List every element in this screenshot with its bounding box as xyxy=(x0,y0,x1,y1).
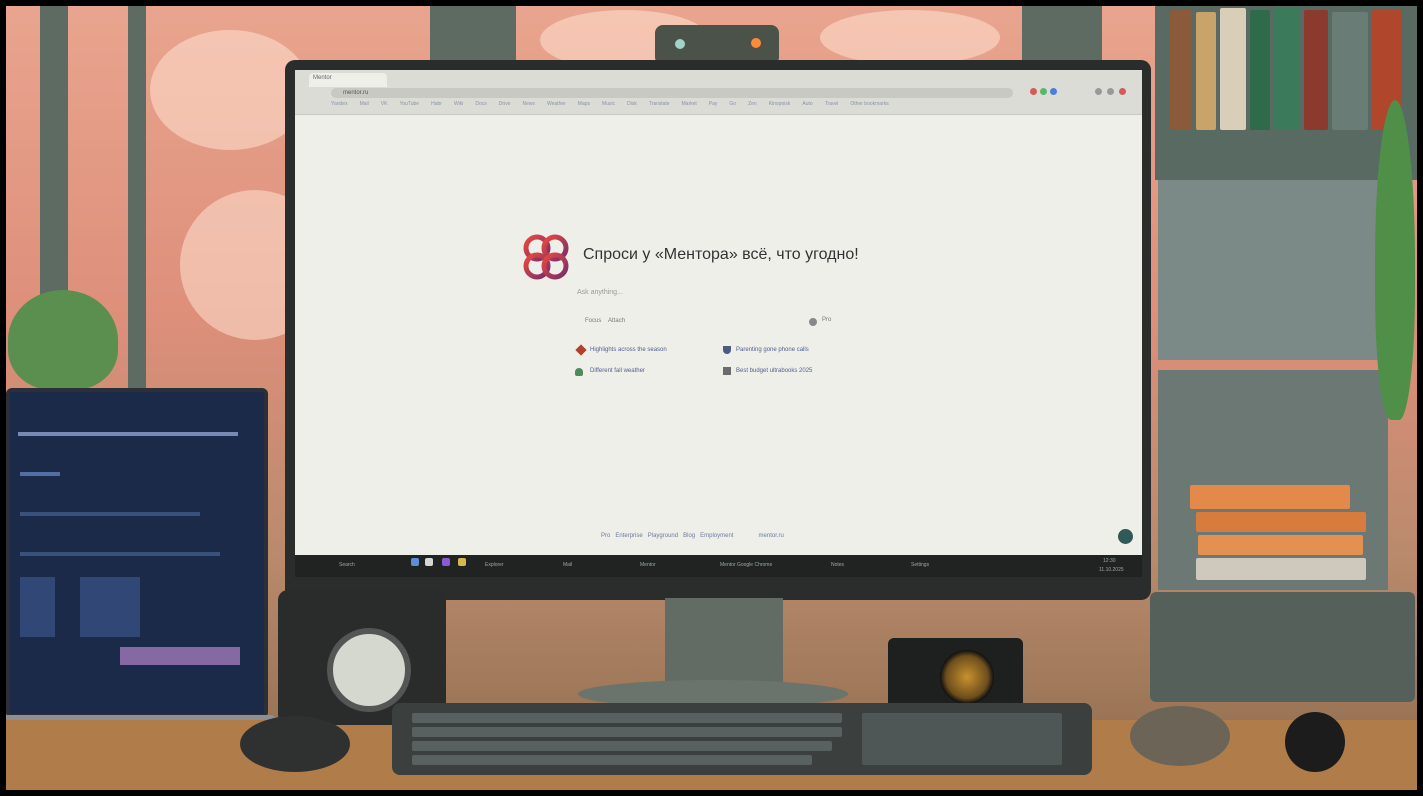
laptop-icon xyxy=(723,367,731,375)
bookmark-item[interactable]: Disk xyxy=(627,101,637,107)
pro-toggle-label[interactable]: Pro xyxy=(822,317,831,323)
book-stack xyxy=(1196,558,1366,580)
book-stack xyxy=(1198,535,1363,555)
bookmark-item[interactable]: Market xyxy=(682,101,697,107)
extension-icon[interactable] xyxy=(1050,88,1057,95)
plant xyxy=(8,290,118,390)
bookmark-item[interactable]: VK xyxy=(381,101,388,107)
taskbar-app-icon[interactable] xyxy=(425,558,433,566)
footer-link[interactable]: mentor.ru xyxy=(759,533,784,539)
help-button[interactable] xyxy=(1118,529,1133,544)
printer xyxy=(1150,592,1415,702)
taskbar-item[interactable]: Settings xyxy=(911,562,929,568)
book xyxy=(1274,8,1300,130)
ask-input[interactable]: Ask anything... xyxy=(577,289,837,296)
monitor-stand xyxy=(665,598,783,688)
extension-icon[interactable] xyxy=(1040,88,1047,95)
address-bar[interactable]: mentor.ru xyxy=(331,88,1013,98)
focus-button[interactable]: Focus Attach xyxy=(585,318,625,324)
plant xyxy=(1375,100,1415,420)
camera-lens xyxy=(940,650,994,704)
cloud xyxy=(820,10,1000,65)
bookmark-item[interactable]: Zen xyxy=(748,101,757,107)
browser-toolbar: Mentor mentor.ru Yandex Mail VK YouTube Habr… xyxy=(295,70,1142,115)
taskbar-date: 11.10.2025 xyxy=(1099,567,1124,573)
bookmark-item[interactable]: Music xyxy=(602,101,615,107)
downloads-icon[interactable] xyxy=(1095,88,1102,95)
pro-toggle-icon[interactable] xyxy=(809,318,817,326)
webcam xyxy=(655,25,779,65)
book-stack xyxy=(1190,485,1350,509)
cloud-icon xyxy=(575,368,583,376)
lower-shelf xyxy=(1158,370,1388,590)
bookmark-item[interactable]: Mail xyxy=(360,101,369,107)
footer-link[interactable]: Blog xyxy=(683,533,695,539)
shield-icon xyxy=(723,346,731,354)
bookmarks-bar: Yandex Mail VK YouTube Habr Wiki Docs Drive News… xyxy=(331,101,1131,110)
taskbar: Search Explorer Mail Mentor Mentor Googl… xyxy=(295,555,1142,577)
taskbar-item[interactable]: Mentor xyxy=(640,562,656,568)
bookmark-item[interactable]: Other bookmarks xyxy=(850,101,888,107)
bookmark-item[interactable]: Drive xyxy=(499,101,511,107)
footer-link[interactable]: Playground xyxy=(648,533,678,539)
taskbar-app-icon[interactable] xyxy=(458,558,466,566)
footer-links: Pro Enterprise Playground Blog Employmen… xyxy=(601,533,784,539)
window-frame-top xyxy=(430,0,516,60)
bookmark-item[interactable]: Travel xyxy=(825,101,839,107)
bookmark-item[interactable]: Maps xyxy=(578,101,590,107)
bookmark-item[interactable]: News xyxy=(522,101,535,107)
storage-cabinet xyxy=(1158,180,1388,360)
taskbar-time: 12:30 xyxy=(1103,558,1116,564)
book xyxy=(1196,12,1216,130)
desk-scene: Mentor mentor.ru Yandex Mail VK YouTube Habr… xyxy=(0,0,1423,796)
taskbar-app-icon[interactable] xyxy=(411,558,419,566)
taskbar-item[interactable]: Explorer xyxy=(485,562,504,568)
laptop-screen xyxy=(6,388,268,718)
book xyxy=(1250,10,1270,130)
browser-tab[interactable]: Mentor xyxy=(309,73,387,87)
taskbar-item[interactable]: Mail xyxy=(563,562,572,568)
suggestion-item[interactable]: Different fall weather xyxy=(590,368,645,374)
taskbar-item[interactable]: Notes xyxy=(831,562,844,568)
bookmark-item[interactable]: Wiki xyxy=(454,101,463,107)
bookmark-item[interactable]: Kinopoisk xyxy=(769,101,791,107)
mouse xyxy=(1130,706,1230,766)
bookmark-item[interactable]: Pay xyxy=(709,101,718,107)
pencil-icon xyxy=(575,344,587,356)
book xyxy=(1220,8,1246,130)
bookmark-item[interactable]: Yandex xyxy=(331,101,348,107)
bookmark-item[interactable]: Auto xyxy=(802,101,812,107)
book-stack xyxy=(1196,512,1366,532)
suggestion-item[interactable]: Best budget ultrabooks 2025 xyxy=(736,368,812,374)
bookmark-item[interactable]: Habr xyxy=(431,101,442,107)
window-frame-top-right xyxy=(1022,0,1102,60)
book xyxy=(1170,10,1192,130)
footer-link[interactable]: Enterprise xyxy=(615,533,642,539)
keyboard xyxy=(392,703,1092,775)
mouse xyxy=(1285,712,1345,772)
bookmark-item[interactable]: Weather xyxy=(547,101,566,107)
profile-icon[interactable] xyxy=(1107,88,1114,95)
mouse xyxy=(240,716,350,772)
taskbar-search[interactable]: Search xyxy=(339,562,355,568)
page-title: Спроси у «Ментора» всё, что угодно! xyxy=(583,246,859,263)
taskbar-app-icon[interactable] xyxy=(442,558,450,566)
bookmark-item[interactable]: Translate xyxy=(649,101,670,107)
bookmark-item[interactable]: Docs xyxy=(475,101,486,107)
suggestion-item[interactable]: Highlights across the season xyxy=(590,347,667,353)
book xyxy=(1304,10,1328,130)
menu-icon[interactable] xyxy=(1119,88,1126,95)
footer-link[interactable]: Pro xyxy=(601,533,610,539)
mentor-logo-icon xyxy=(523,234,569,280)
bookmark-item[interactable]: Go xyxy=(729,101,736,107)
suggestion-item[interactable]: Parenting gone phone calls xyxy=(736,347,809,353)
bookmark-item[interactable]: YouTube xyxy=(399,101,419,107)
desk-clock xyxy=(327,628,411,712)
extension-icon[interactable] xyxy=(1030,88,1037,95)
book xyxy=(1332,12,1368,130)
attach-button[interactable]: Attach xyxy=(608,318,625,324)
footer-link[interactable]: Employment xyxy=(700,533,733,539)
browser-window: Mentor mentor.ru Yandex Mail VK YouTube Habr… xyxy=(295,70,1142,555)
taskbar-item[interactable]: Mentor Google Chrome xyxy=(720,562,772,568)
